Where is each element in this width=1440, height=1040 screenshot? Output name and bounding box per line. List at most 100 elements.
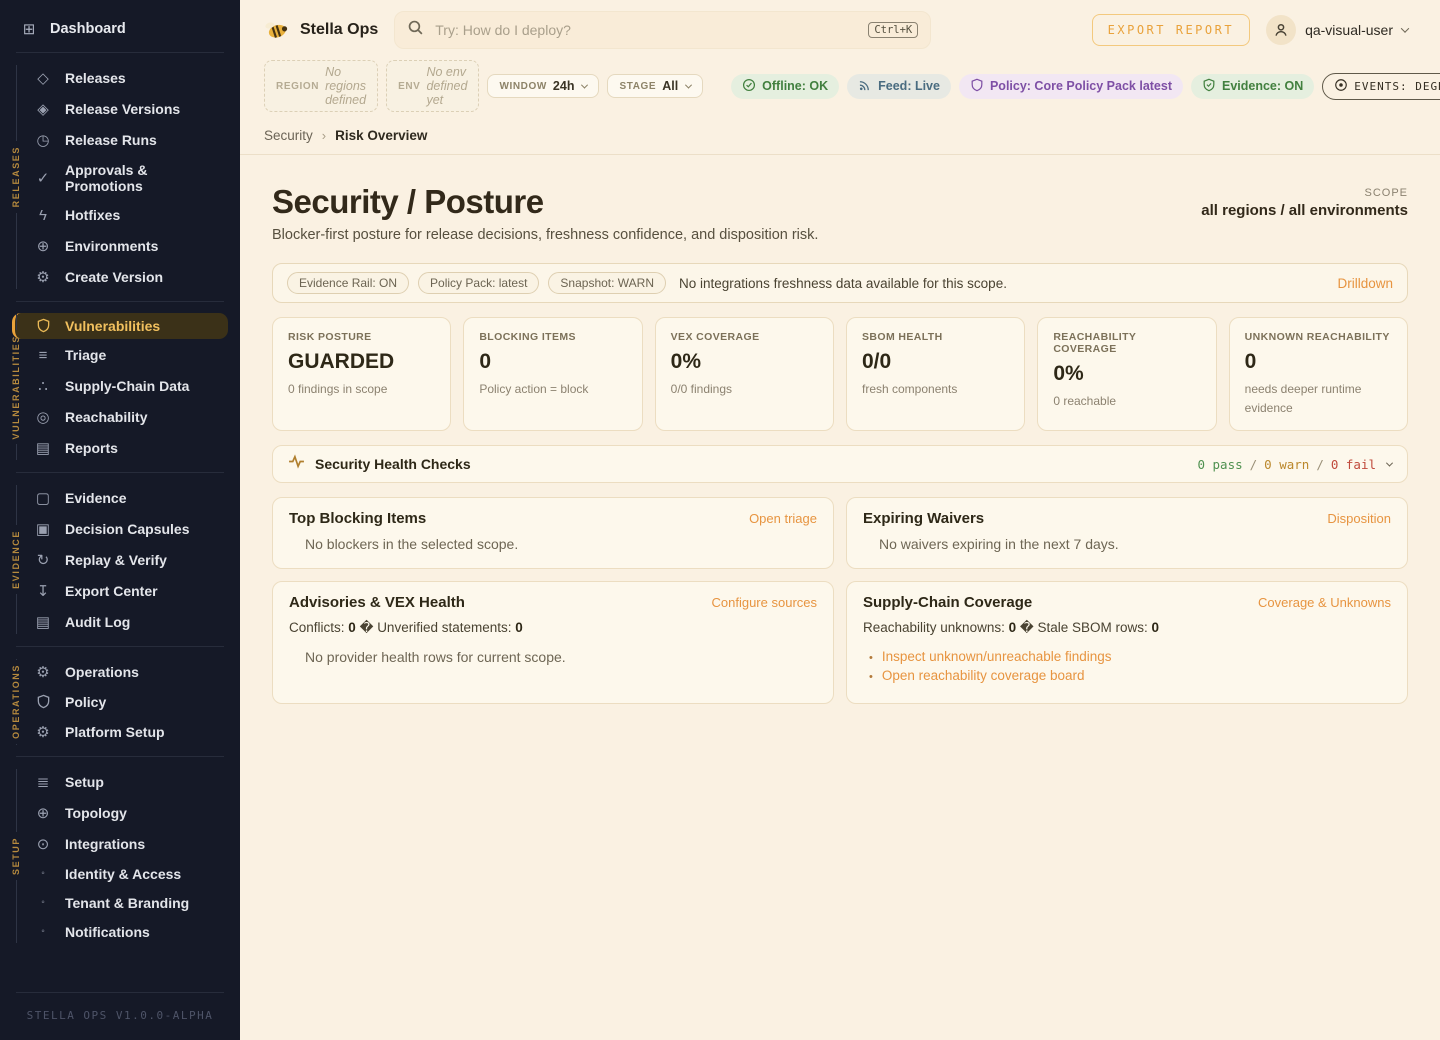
policy-status-badge[interactable]: Policy: Core Policy Pack latest <box>959 74 1183 99</box>
sidebar-item-setup[interactable]: ≣ Setup <box>26 768 228 796</box>
sidebar-item-reports[interactable]: ▤ Reports <box>26 434 228 462</box>
search-shortcut-kbd: Ctrl+K <box>868 22 918 38</box>
evidence-status-badge[interactable]: Evidence: ON <box>1191 74 1314 99</box>
sidebar-item-release-versions[interactable]: ◈ Release Versions <box>26 95 228 123</box>
download-icon: ↧ <box>34 582 52 600</box>
search-input[interactable] <box>435 22 857 38</box>
list-icon: ≡ <box>34 347 52 364</box>
shield-icon <box>970 78 984 95</box>
reachability-board-link[interactable]: Open reachability coverage board <box>882 668 1085 683</box>
window-select[interactable]: WINDOW 24h <box>487 74 599 98</box>
sidebar-item-label: Release Runs <box>65 132 157 148</box>
rail-label-vulnerabilities: VULNERABILITIES <box>11 330 21 445</box>
app-name: Stella Ops <box>300 21 378 39</box>
sidebar-item-topology[interactable]: ⊕ Topology <box>26 799 228 827</box>
configure-sources-link[interactable]: Configure sources <box>712 595 818 610</box>
events-status-badge[interactable]: EVENTS: DEGRADED <box>1322 73 1440 100</box>
check-circle-icon <box>742 78 756 95</box>
panel-grid: Top Blocking Items Open triage No blocke… <box>272 497 1408 704</box>
stage-value: All <box>662 79 678 93</box>
pulse-icon <box>288 453 305 475</box>
sidebar-item-label: Environments <box>65 238 158 254</box>
sidebar-item-reachability[interactable]: ◎ Reachability <box>26 403 228 431</box>
offline-status-badge[interactable]: Offline: OK <box>731 74 839 99</box>
export-report-button[interactable]: EXPORT REPORT <box>1092 14 1250 46</box>
rail-label-releases: RELEASES <box>11 141 21 212</box>
panel-empty-text: No provider health rows for current scop… <box>289 649 817 665</box>
sidebar-item-release-runs[interactable]: ◷ Release Runs <box>26 126 228 154</box>
sidebar-item-label: Export Center <box>65 583 158 599</box>
sidebar-item-create-version[interactable]: ⚙ Create Version <box>26 263 228 291</box>
drilldown-link[interactable]: Drilldown <box>1337 276 1393 291</box>
disposition-link[interactable]: Disposition <box>1327 511 1391 526</box>
sidebar-item-approvals-promotions[interactable]: ✓ Approvals & Promotions <box>26 157 228 199</box>
book-icon: ▤ <box>34 613 52 631</box>
stat-card-risk-posture: RISK POSTURE GUARDED 0 findings in scope <box>272 317 451 431</box>
sidebar-item-evidence[interactable]: ▢ Evidence <box>26 484 228 512</box>
scope-block: SCOPE all regions / all environments <box>1201 175 1408 219</box>
feed-status-badge[interactable]: Feed: Live <box>847 74 951 99</box>
health-checks-summary[interactable]: 0 pass / 0 warn / 0 fail <box>1197 457 1392 472</box>
evidence-rail-pill: Evidence Rail: ON <box>287 272 409 294</box>
reachability-unknowns-count: 0 <box>1009 620 1017 635</box>
sidebar-item-policy[interactable]: Policy <box>26 689 228 715</box>
sidebar-item-label: Dashboard <box>50 21 126 37</box>
user-menu[interactable]: qa-visual-user <box>1266 15 1408 45</box>
sidebar-item-dashboard[interactable]: ⊞ Dashboard <box>0 10 240 50</box>
sidebar-item-label: Supply-Chain Data <box>65 378 189 394</box>
sidebar-item-label: Platform Setup <box>65 724 165 740</box>
env-filter[interactable]: ENV No env defined yet <box>386 60 479 112</box>
open-triage-link[interactable]: Open triage <box>749 511 817 526</box>
sidebar-item-identity-access[interactable]: ◦ Identity & Access <box>26 861 228 887</box>
sidebar-footer: STELLA OPS V1.0.0-ALPHA <box>0 978 240 1040</box>
stage-select[interactable]: STAGE All <box>607 74 703 98</box>
gear-icon: ⚙ <box>34 268 52 286</box>
sidebar-divider <box>16 756 224 757</box>
sidebar-item-integrations[interactable]: ⊙ Integrations <box>26 830 228 858</box>
content: Security / Posture Blocker-first posture… <box>240 155 1440 1040</box>
shield-check-icon <box>1202 78 1216 95</box>
bullet-icon: • <box>869 671 873 683</box>
sidebar-item-export-center[interactable]: ↧ Export Center <box>26 577 228 605</box>
sidebar-item-hotfixes[interactable]: ϟ Hotfixes <box>26 202 228 229</box>
region-filter[interactable]: REGION No regions defined <box>264 60 378 112</box>
scope-value: all regions / all environments <box>1201 202 1408 219</box>
sidebar-item-supply-chain-data[interactable]: ∴ Supply-Chain Data <box>26 372 228 400</box>
sidebar-item-replay-verify[interactable]: ↻ Replay & Verify <box>26 546 228 574</box>
advisories-vex-health-panel: Advisories & VEX Health Configure source… <box>272 581 834 704</box>
sidebar-item-releases[interactable]: ◇ Releases <box>26 64 228 92</box>
sidebar-item-vulnerabilities[interactable]: Vulnerabilities <box>12 313 228 339</box>
shield-icon <box>34 318 52 333</box>
bullet-circle-icon: ◦ <box>34 926 52 937</box>
section-rail: EVIDENCE <box>9 485 23 634</box>
clock-icon: ◷ <box>34 131 52 149</box>
sidebar-item-label: Reachability <box>65 409 147 425</box>
sidebar-item-decision-capsules[interactable]: ▣ Decision Capsules <box>26 515 228 543</box>
stage-label: STAGE <box>619 81 656 92</box>
breadcrumb-security[interactable]: Security <box>264 128 313 143</box>
sidebar-item-operations[interactable]: ⚙ Operations <box>26 658 228 686</box>
separator-glyph: � <box>1020 620 1034 635</box>
sidebar-item-label: Notifications <box>65 924 150 940</box>
sidebar-item-platform-setup[interactable]: ⚙ Platform Setup <box>26 718 228 746</box>
sidebar-item-triage[interactable]: ≡ Triage <box>26 342 228 369</box>
book-icon: ▤ <box>34 439 52 457</box>
sidebar-item-label: Integrations <box>65 836 145 852</box>
window-label: WINDOW <box>499 81 546 92</box>
sidebar-divider <box>16 472 224 473</box>
sidebar-item-environments[interactable]: ⊕ Environments <box>26 232 228 260</box>
chevron-down-icon <box>685 81 692 88</box>
sidebar-item-notifications[interactable]: ◦ Notifications <box>26 919 228 945</box>
coverage-unknowns-link[interactable]: Coverage & Unknowns <box>1258 595 1391 610</box>
search-box[interactable]: Ctrl+K <box>394 11 931 49</box>
inspect-findings-link[interactable]: Inspect unknown/unreachable findings <box>882 649 1112 664</box>
policy-pack-pill: Policy Pack: latest <box>418 272 539 294</box>
sidebar-item-audit-log[interactable]: ▤ Audit Log <box>26 608 228 636</box>
sidebar-section-operations: OPERATIONS ⚙ Operations Policy ⚙ Platfor… <box>0 649 240 754</box>
stat-card-sbom-health: SBOM HEALTH 0/0 fresh components <box>846 317 1025 431</box>
check-icon: ✓ <box>34 169 52 187</box>
power-icon: ⊙ <box>34 835 52 853</box>
chevron-down-icon <box>1401 24 1409 32</box>
section-rail: SETUP <box>9 769 23 943</box>
sidebar-item-tenant-branding[interactable]: ◦ Tenant & Branding <box>26 890 228 916</box>
